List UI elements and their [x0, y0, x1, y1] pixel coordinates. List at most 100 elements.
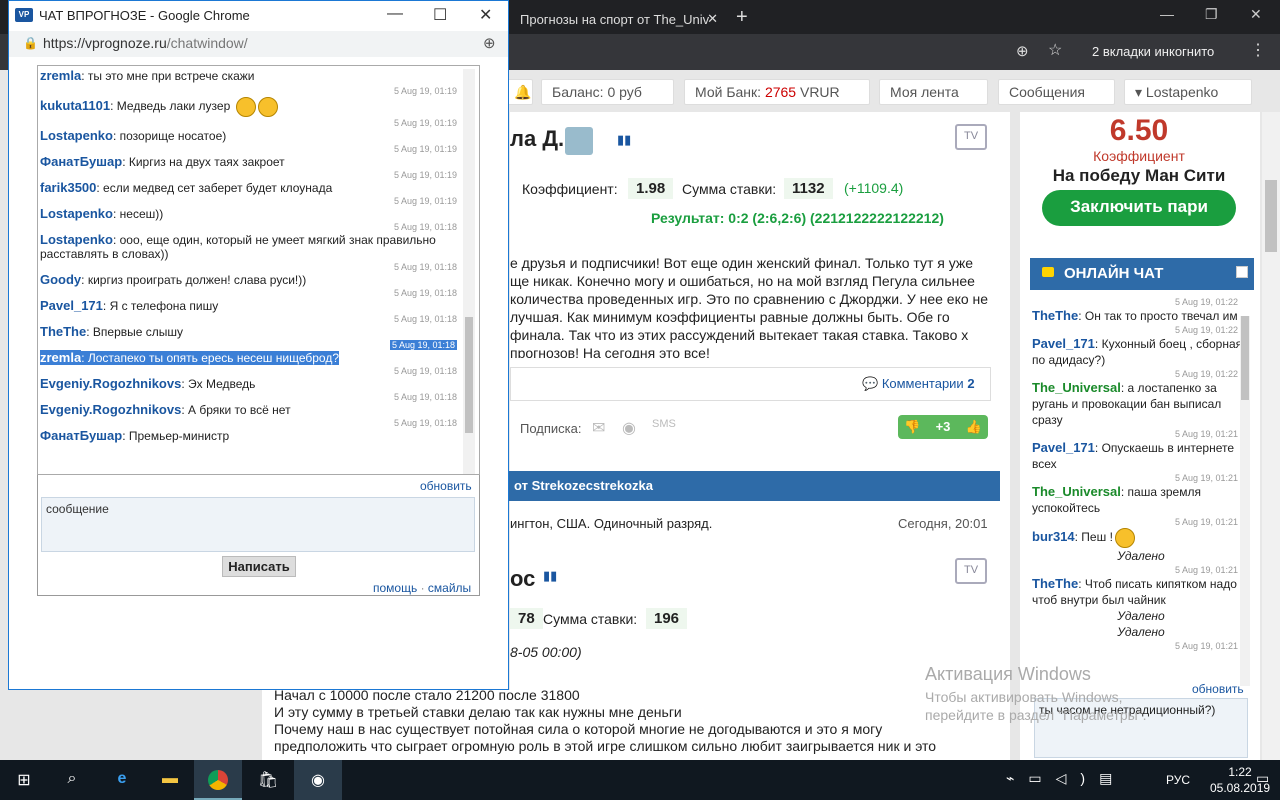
zoom-icon[interactable]: ⊕	[1016, 42, 1029, 60]
promo-banner[interactable]: 6.50 Коэффициент На победу Ман Сити Закл…	[1028, 112, 1250, 236]
post-author[interactable]: ла Д.	[510, 126, 564, 152]
restore-icon[interactable]: ❐	[1205, 6, 1218, 23]
explorer-icon[interactable]: ▬	[146, 760, 194, 800]
close-tab-icon[interactable]: ✕	[707, 11, 718, 27]
bank-button[interactable]: Мой Банк: 2765 VRUR	[684, 79, 870, 105]
username[interactable]: The_Universal	[1032, 380, 1121, 395]
username[interactable]: zremla	[40, 350, 82, 365]
timestamp: 5 Aug 19, 01:21	[1174, 517, 1238, 527]
username[interactable]: TheThe	[40, 324, 86, 339]
chat-scrollbar[interactable]	[463, 69, 475, 474]
minimize-icon[interactable]: —	[387, 5, 403, 23]
stats-icon[interactable]: ▮▮	[617, 132, 631, 148]
minimize-icon[interactable]: —	[1160, 6, 1174, 22]
post2-tv-icon[interactable]: TV	[955, 558, 987, 584]
subscribe-label: Подписка:	[520, 421, 582, 436]
notifications-icon[interactable]: ▭	[1256, 770, 1269, 787]
language-indicator[interactable]: РУС	[1166, 773, 1190, 787]
chat-toggle-checkbox[interactable]	[1236, 266, 1248, 278]
online-chat-scrollbar[interactable]	[1240, 316, 1250, 686]
rss-icon[interactable]: ◉	[622, 418, 636, 438]
comments-link[interactable]: 💬 Комментарии 2	[862, 376, 975, 392]
lock-icon[interactable]: 🔒	[23, 36, 38, 50]
message-text: : Впервые слышу	[86, 325, 184, 339]
thumb-up-icon[interactable]: 👍	[966, 419, 982, 435]
post2-stats-icon[interactable]: ▮▮	[543, 568, 557, 584]
maximize-icon[interactable]: ☐	[433, 5, 447, 25]
deleted-label: Удалено	[1117, 609, 1165, 623]
username[interactable]: ФанатБушар	[40, 428, 122, 443]
page-scrollbar[interactable]	[1262, 112, 1280, 760]
username[interactable]: TheThe	[1032, 308, 1078, 323]
star-icon[interactable]: ☆	[1048, 40, 1062, 60]
chat-message: 5 Aug 19, 01:21 The_Universal: паша зремл…	[1030, 472, 1252, 516]
close-icon[interactable]: ✕	[1250, 6, 1262, 23]
chat-message: 5 Aug 19, 01:22 The_Universal: а лостапен…	[1030, 368, 1252, 428]
browser-tab[interactable]: Прогнозы на спорт от The_Univ ✕	[508, 4, 728, 34]
username[interactable]: Lostapenko	[40, 232, 113, 247]
bank-currency: VRUR	[799, 84, 840, 100]
message-input[interactable]: сообщение	[41, 497, 475, 552]
search-icon[interactable]: ⌕	[48, 760, 96, 800]
popup-url[interactable]: https://vprognoze.ru/chatwindow/	[43, 35, 248, 51]
help-link[interactable]: помощь	[373, 581, 417, 595]
post2-line: И эту сумму в третьей ставки делаю так к…	[274, 704, 682, 720]
mail-icon[interactable]: ✉	[592, 418, 605, 438]
chat-footer-links: помощь · смайлы	[373, 581, 471, 595]
post2-line: предположить что сыграет огромную роль в…	[274, 738, 937, 754]
smileys-link[interactable]: смайлы	[428, 581, 471, 595]
edge-icon[interactable]: e	[98, 760, 146, 800]
menu-icon[interactable]: ⋮	[1250, 40, 1266, 60]
username[interactable]: The_Universal	[1032, 484, 1121, 499]
username[interactable]: kukuta1101	[40, 98, 110, 113]
username[interactable]: Pavel_171	[40, 298, 103, 313]
feed-button[interactable]: Моя лента	[879, 79, 988, 105]
tv-icon[interactable]: TV	[955, 124, 987, 150]
balance-button[interactable]: Баланс: 0 руб	[541, 79, 674, 105]
messages-button[interactable]: Сообщения	[998, 79, 1115, 105]
chat-message: 5 Aug 19, 01:18 Lostapenko: ооо, еще один…	[38, 221, 479, 261]
username[interactable]: farik3500	[40, 180, 96, 195]
chat-message: 5 Aug 19, 01:18 ФанатБушар: Премьер-минис…	[38, 417, 479, 443]
scroll-thumb[interactable]	[465, 317, 473, 433]
username[interactable]: Evgeniy.Rogozhnikovs	[40, 376, 181, 391]
incognito-label[interactable]: 2 вкладки инкогнито	[1092, 44, 1214, 59]
start-icon[interactable]: ⊞	[0, 760, 48, 800]
username[interactable]: Pavel_171	[1032, 336, 1095, 351]
online-chat-title: ОНЛАЙН ЧАТ	[1064, 265, 1164, 282]
username[interactable]: TheThe	[1032, 576, 1078, 591]
username[interactable]: Lostapenko	[40, 128, 113, 143]
chrome-icon[interactable]	[194, 760, 242, 800]
username[interactable]: ФанатБушар	[40, 154, 122, 169]
zoom-icon[interactable]: ⊕	[483, 34, 496, 52]
popup-address-bar[interactable]: 🔒 https://vprognoze.ru/chatwindow/ ⊕	[9, 31, 508, 57]
store-icon[interactable]: 🛍	[244, 760, 292, 800]
send-button[interactable]: Написать	[222, 556, 296, 577]
app-icon[interactable]: ◉	[294, 760, 342, 800]
chat-refresh-link[interactable]: обновить	[420, 479, 472, 493]
username[interactable]: Evgeniy.Rogozhnikovs	[40, 402, 181, 417]
post2-author[interactable]: ос	[510, 566, 535, 592]
username[interactable]: Goody	[40, 272, 81, 287]
username[interactable]: bur314	[1032, 529, 1075, 544]
rating-widget[interactable]: 👎 +3 👍	[898, 415, 988, 439]
post-body: е друзья и подписчики! Вот еще один женс…	[510, 255, 989, 358]
tray-icons[interactable]: ⌁▭◁)▤	[1006, 770, 1126, 787]
user-menu-button[interactable]: ▾ Lostapenko	[1124, 79, 1252, 105]
promo-button[interactable]: Заключить пари	[1042, 190, 1236, 226]
comment-icon: 💬	[862, 376, 879, 391]
new-tab-icon[interactable]: +	[736, 6, 748, 29]
thumb-down-icon[interactable]: 👎	[904, 419, 920, 435]
username[interactable]: Pavel_171	[1032, 440, 1095, 455]
avatar[interactable]	[565, 127, 593, 155]
username[interactable]: Lostapenko	[40, 206, 113, 221]
chat-message: 5 Aug 19, 01:22 Pavel_171: Кухонный боец …	[1030, 324, 1252, 368]
popup-titlebar[interactable]: VP ЧАТ ВПРОГНОЗЕ - Google Chrome — ☐ ✕	[9, 1, 508, 31]
message-text: : Эх Медведь	[181, 377, 256, 391]
chat-message-selected: 5 Aug 19, 01:18 zremla: Лостапеко ты опят…	[38, 339, 479, 365]
username[interactable]: zremla	[40, 68, 81, 83]
sms-icon[interactable]: SMS	[652, 418, 676, 430]
close-icon[interactable]: ✕	[479, 5, 492, 25]
online-chat-refresh-link[interactable]: обновить	[1192, 682, 1244, 696]
post2-header[interactable]: от Strekozecstrekozka	[508, 471, 1000, 501]
